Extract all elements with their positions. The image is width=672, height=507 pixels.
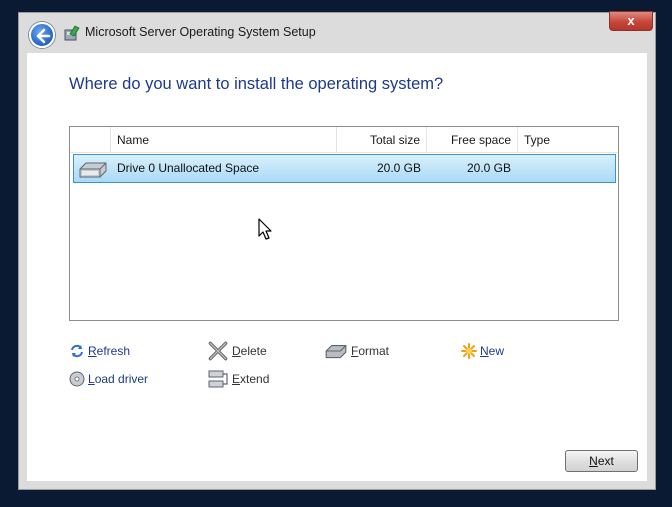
next-label: ext [597, 454, 614, 468]
delete-link[interactable]: Delete [207, 341, 267, 361]
back-arrow-icon [36, 28, 51, 44]
column-header-free-space[interactable]: Free space [427, 127, 518, 153]
format-label: ormat [358, 344, 390, 358]
refresh-label: efresh [96, 344, 131, 358]
delete-label: elete [240, 344, 267, 358]
load-driver-icon [69, 371, 85, 387]
row-name: Drive 0 Unallocated Space [117, 161, 260, 175]
column-header-type[interactable]: Type [518, 127, 618, 153]
delete-access-key: D [232, 344, 241, 358]
table-header: Name Total size Free space Type [70, 127, 618, 153]
window-title: Microsoft Server Operating System Setup [85, 25, 316, 39]
refresh-icon [71, 344, 83, 358]
column-header-icon [70, 127, 111, 153]
content-panel: Where do you want to install the operati… [27, 53, 647, 481]
page-heading: Where do you want to install the operati… [69, 75, 444, 93]
format-link[interactable]: Format [324, 341, 389, 361]
new-label: ew [488, 344, 505, 358]
next-access-key: N [589, 454, 598, 468]
refresh-access-key: R [88, 344, 97, 358]
mouse-cursor-icon [258, 218, 272, 240]
title-bar: Microsoft Server Operating System Setup … [19, 11, 655, 53]
new-access-key: N [480, 344, 489, 358]
partition-table[interactable]: Name Total size Free space Type Drive 0 … [69, 126, 619, 321]
disk-drive-icon [79, 162, 107, 178]
extend-link[interactable]: Extend [207, 369, 269, 389]
format-disk-icon [325, 345, 347, 359]
refresh-link[interactable]: Refresh [69, 341, 130, 361]
load-driver-access-key: L [88, 372, 95, 386]
back-button[interactable] [29, 22, 55, 48]
column-header-name[interactable]: Name [111, 127, 337, 153]
extend-access-key: E [232, 372, 241, 386]
load-driver-label: oad driver [94, 372, 149, 386]
column-header-total-size[interactable]: Total size [337, 127, 427, 153]
delete-x-icon [208, 341, 228, 361]
row-icon-cell [74, 155, 112, 182]
table-row[interactable]: Drive 0 Unallocated Space 20.0 GB 20.0 G… [73, 154, 616, 183]
extend-icon [208, 370, 228, 388]
row-type [519, 155, 615, 182]
close-button[interactable]: x [609, 11, 653, 31]
close-icon: x [627, 13, 635, 28]
row-total-size: 20.0 GB [376, 161, 421, 175]
row-free-space: 20.0 GB [466, 161, 511, 175]
new-star-icon [461, 343, 477, 359]
next-button[interactable]: Next [565, 450, 638, 472]
setup-app-icon [64, 25, 80, 41]
setup-window: Microsoft Server Operating System Setup … [18, 11, 656, 490]
extend-label: xtend [240, 372, 270, 386]
new-link[interactable]: New [461, 341, 504, 361]
load-driver-link[interactable]: Load driver [69, 369, 148, 389]
